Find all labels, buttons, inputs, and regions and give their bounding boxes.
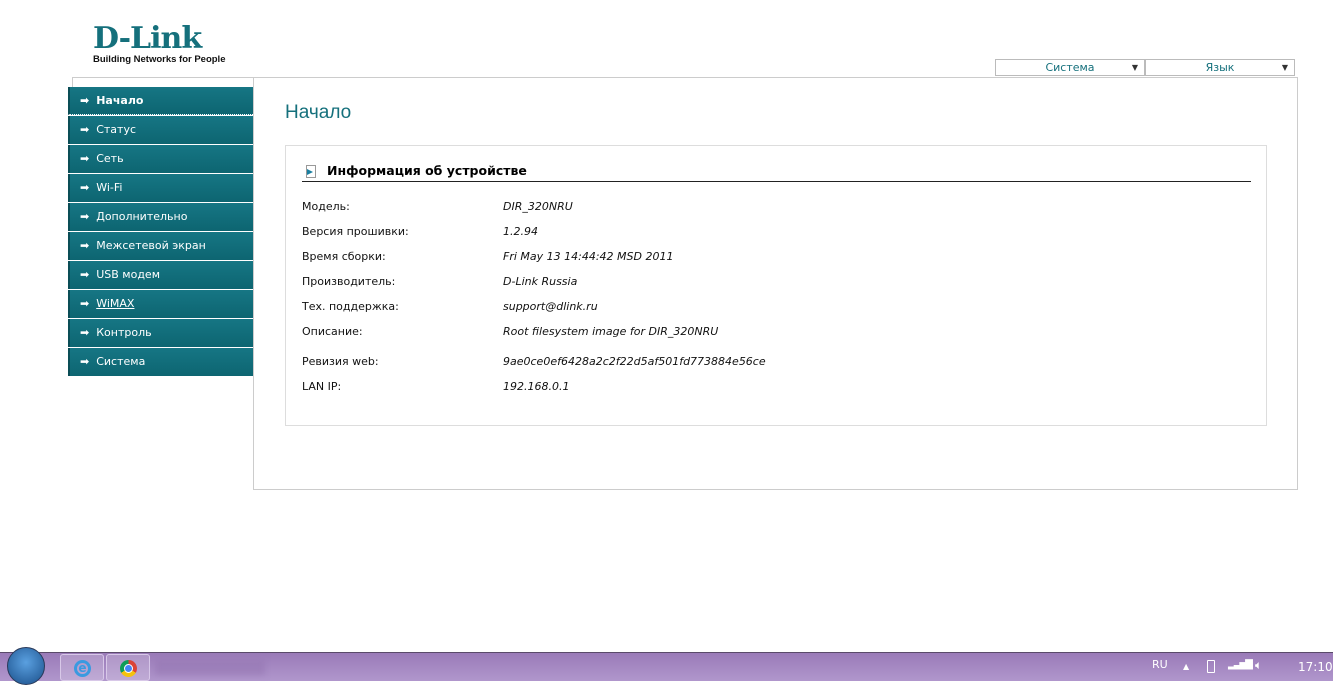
arrow-right-icon: ➡ [80,355,90,368]
arrow-right-icon: ➡ [80,152,90,165]
sidebar-item-wifi[interactable]: ➡ Wi-Fi [68,174,253,202]
arrow-right-icon: ➡ [80,210,90,223]
language-indicator[interactable]: RU [1152,658,1168,671]
show-hidden-icons[interactable]: ▲ [1183,662,1189,671]
sidebar-item-system[interactable]: ➡ Система [68,348,253,376]
info-row-model: Модель: DIR_320NRU [302,200,573,213]
info-row-web-revision: Ревизия web: 9ae0ce0ef6428a2c2f22d5af501f… [302,355,766,368]
arrow-right-icon: ➡ [80,94,90,107]
info-row-vendor: Производитель: D-Link Russia [302,275,578,288]
info-row-support: Тех. поддержка: support@dlink.ru [302,300,598,313]
info-row-build-time: Время сборки: Fri May 13 14:44:42 MSD 201… [302,250,674,263]
sidebar-item-network[interactable]: ➡ Сеть [68,145,253,173]
taskbar-chrome-button[interactable] [106,654,150,681]
sidebar-item-home[interactable]: ➡ Начало [68,87,253,115]
volume-icon[interactable]: 🔈︎ [1255,658,1262,673]
arrow-right-icon: ➡ [80,181,90,194]
section-heading: Информация об устройстве [302,162,1251,182]
device-info-section: Информация об устройстве Модель: DIR_320N… [285,145,1267,426]
sidebar-item-control[interactable]: ➡ Контроль [68,319,253,347]
document-arrow-icon [306,165,316,178]
sidebar-item-advanced[interactable]: ➡ Дополнительно [68,203,253,231]
taskbar-ie-button[interactable]: e [60,654,104,681]
chrome-icon [120,660,137,677]
battery-icon[interactable] [1207,660,1215,673]
windows-start-button[interactable] [7,647,45,685]
sidebar-item-wimax[interactable]: ➡ WiMAX [68,290,253,318]
sidebar-item-usb-modem[interactable]: ➡ USB модем [68,261,253,289]
arrow-right-icon: ➡ [80,268,90,281]
arrow-right-icon: ➡ [80,239,90,252]
arrow-right-icon: ➡ [80,297,90,310]
divider [72,77,254,78]
page-title: Начало [285,102,352,123]
chevron-down-icon: ▼ [1131,63,1138,72]
dlink-logo: D-Link Building Networks for People [93,21,226,66]
arrow-right-icon: ➡ [80,326,90,339]
chevron-down-icon: ▼ [1281,63,1288,72]
sidebar-item-status[interactable]: ➡ Статус [68,116,253,144]
taskbar: e RU ▲ ▂▃▅▇ 🔈︎ 17:10 [0,647,1333,685]
info-row-firmware: Версия прошивки: 1.2.94 [302,225,538,238]
clock[interactable]: 17:10 [1298,660,1333,674]
taskbar-blurred-item[interactable] [155,659,265,675]
sidebar-item-firewall[interactable]: ➡ Межсетевой экран [68,232,253,260]
language-select[interactable]: Язык ▼ [1145,59,1295,76]
info-row-description: Описание: Root filesystem image for DIR_3… [302,325,719,338]
network-signal-icon[interactable]: ▂▃▅▇ [1228,659,1253,670]
system-select[interactable]: Система ▼ [995,59,1145,76]
info-row-lan-ip: LAN IP: 192.168.0.1 [302,380,570,393]
internet-explorer-icon: e [74,660,91,677]
arrow-right-icon: ➡ [80,123,90,136]
sidebar-menu: ➡ Начало ➡ Статус ➡ Сеть ➡ Wi-Fi ➡ Дополнител… [68,87,253,377]
